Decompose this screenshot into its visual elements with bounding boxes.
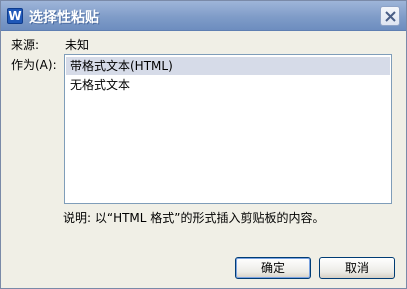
paste-as-label: 作为(A):	[11, 58, 57, 72]
title-bar[interactable]: W 选择性粘贴	[1, 1, 406, 31]
list-item-plain-text[interactable]: 无格式文本	[66, 76, 390, 94]
paste-special-dialog: W 选择性粘贴 来源: 未知 作为(A): 带格式文本(HTML) 无格式文本 …	[0, 0, 407, 289]
wps-writer-icon: W	[7, 8, 23, 24]
close-button[interactable]	[380, 6, 400, 26]
dialog-title: 选择性粘贴	[29, 10, 99, 26]
paste-as-listbox[interactable]: 带格式文本(HTML) 无格式文本	[64, 54, 392, 204]
ok-button[interactable]: 确定	[235, 257, 311, 279]
source-value: 未知	[65, 38, 90, 52]
description-text: 说明: 以“HTML 格式”的形式插入剪贴板的内容。	[63, 211, 325, 225]
close-icon	[385, 11, 396, 22]
source-label: 来源:	[11, 38, 40, 52]
list-item-formatted-html[interactable]: 带格式文本(HTML)	[66, 57, 390, 75]
cancel-button[interactable]: 取消	[319, 257, 395, 279]
